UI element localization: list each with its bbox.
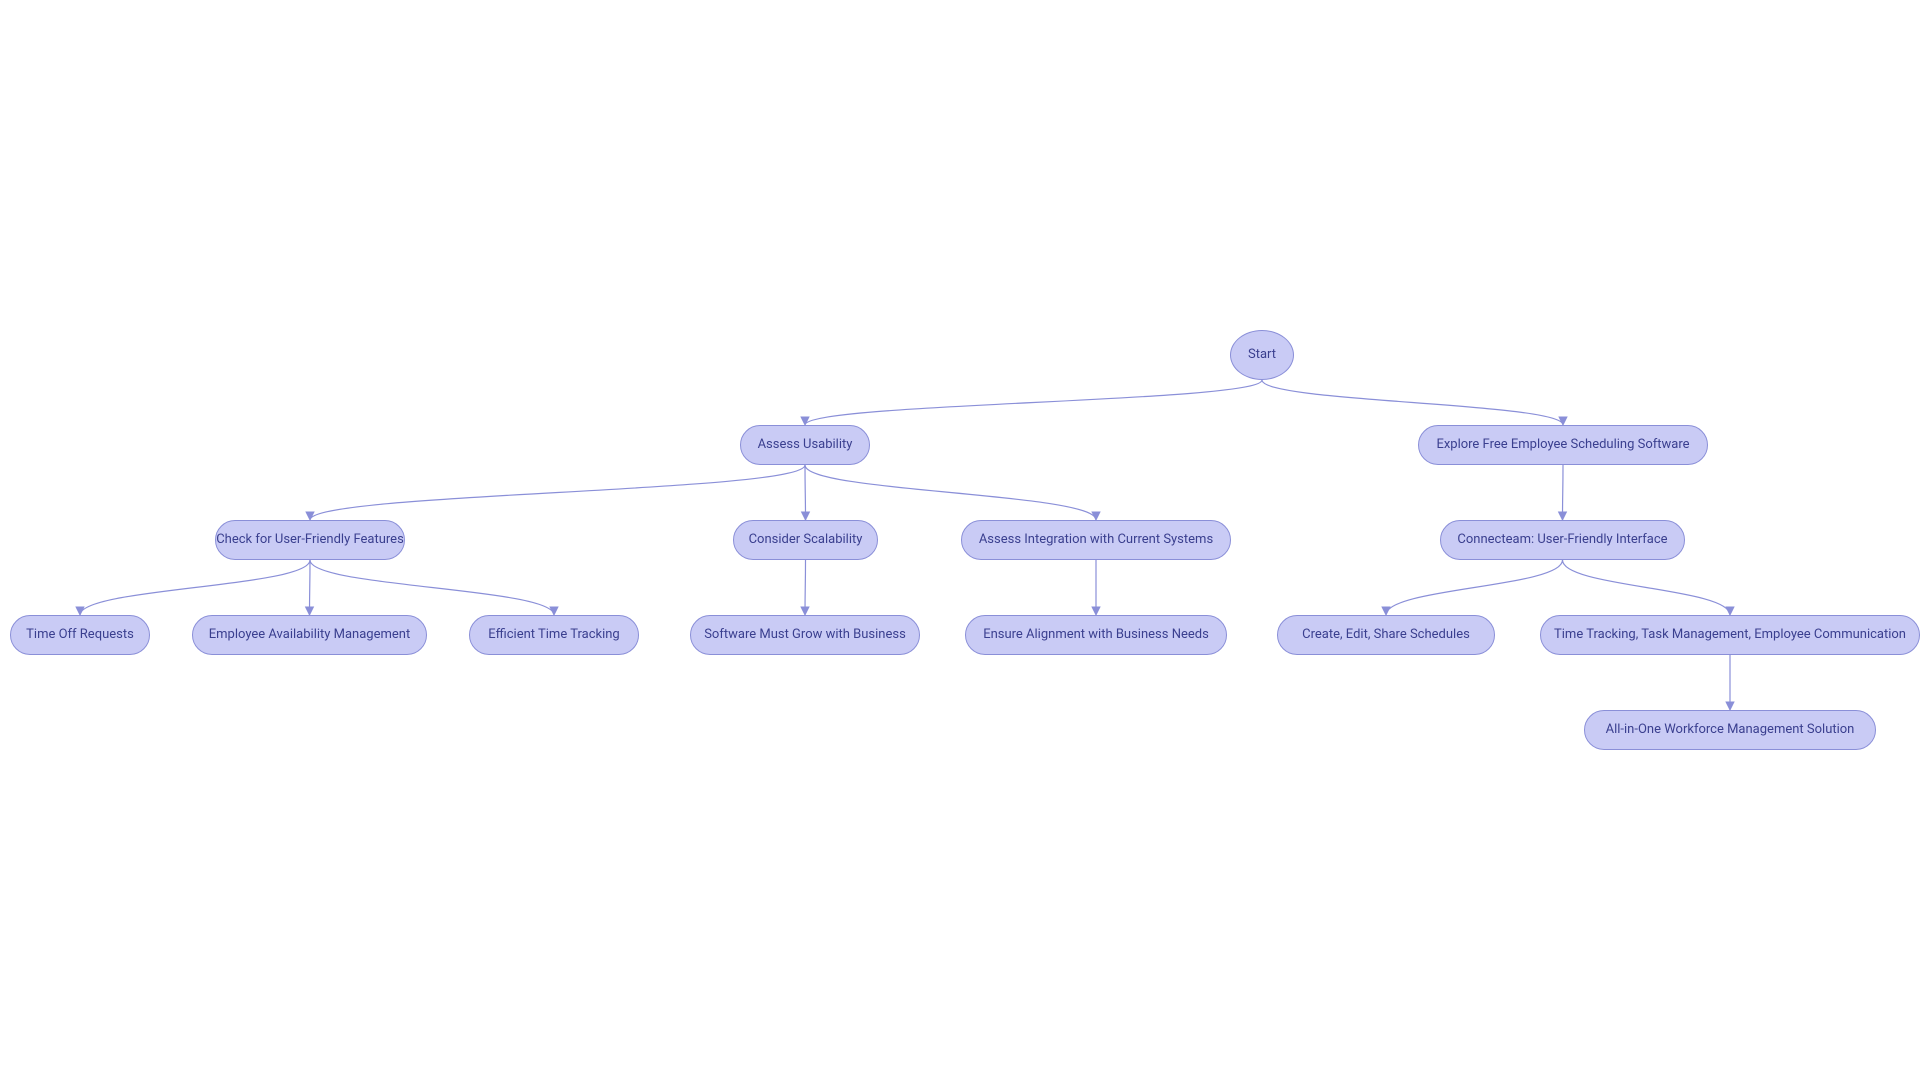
node-efficient-time-tracking: Efficient Time Tracking: [469, 615, 639, 655]
node-time-off-requests: Time Off Requests: [10, 615, 150, 655]
edge: [80, 560, 310, 615]
node-label: Explore Free Employee Scheduling Softwar…: [1436, 437, 1689, 453]
node-connecteam: Connecteam: User-Friendly Interface: [1440, 520, 1685, 560]
node-label: Efficient Time Tracking: [488, 627, 619, 643]
node-all-in-one: All-in-One Workforce Management Solution: [1584, 710, 1876, 750]
node-assess-usability: Assess Usability: [740, 425, 870, 465]
node-assess-integration: Assess Integration with Current Systems: [961, 520, 1231, 560]
node-start-label: Start: [1248, 347, 1276, 363]
edge: [310, 560, 311, 615]
edge: [805, 465, 1096, 520]
node-label: Consider Scalability: [749, 532, 863, 548]
edge: [1563, 560, 1731, 615]
node-label: Software Must Grow with Business: [704, 627, 906, 643]
node-start: Start: [1230, 330, 1294, 380]
node-create-edit-share: Create, Edit, Share Schedules: [1277, 615, 1495, 655]
node-check-user-friendly: Check for User-Friendly Features: [215, 520, 405, 560]
node-label: Ensure Alignment with Business Needs: [983, 627, 1209, 643]
node-label: All-in-One Workforce Management Solution: [1606, 722, 1855, 738]
edge: [1262, 380, 1563, 425]
edge: [1386, 560, 1563, 615]
edge: [805, 560, 806, 615]
node-label: Time Off Requests: [26, 627, 134, 643]
node-grow-with-business: Software Must Grow with Business: [690, 615, 920, 655]
node-label: Assess Integration with Current Systems: [979, 532, 1213, 548]
node-label: Time Tracking, Task Management, Employee…: [1554, 627, 1906, 643]
edge: [310, 560, 554, 615]
edge: [805, 380, 1262, 425]
edge: [310, 465, 805, 520]
edge: [805, 465, 806, 520]
edge: [1563, 465, 1564, 520]
node-label: Create, Edit, Share Schedules: [1302, 627, 1470, 643]
node-explore-free-software: Explore Free Employee Scheduling Softwar…: [1418, 425, 1708, 465]
node-tt-tm-ec: Time Tracking, Task Management, Employee…: [1540, 615, 1920, 655]
node-employee-availability: Employee Availability Management: [192, 615, 427, 655]
node-consider-scalability: Consider Scalability: [733, 520, 878, 560]
flowchart-canvas: Start Assess Usability Explore Free Empl…: [0, 0, 1920, 1080]
node-label: Connecteam: User-Friendly Interface: [1457, 532, 1667, 548]
node-label: Employee Availability Management: [209, 627, 410, 643]
node-label: Assess Usability: [758, 437, 853, 453]
node-label: Check for User-Friendly Features: [216, 532, 404, 548]
node-alignment-business-needs: Ensure Alignment with Business Needs: [965, 615, 1227, 655]
